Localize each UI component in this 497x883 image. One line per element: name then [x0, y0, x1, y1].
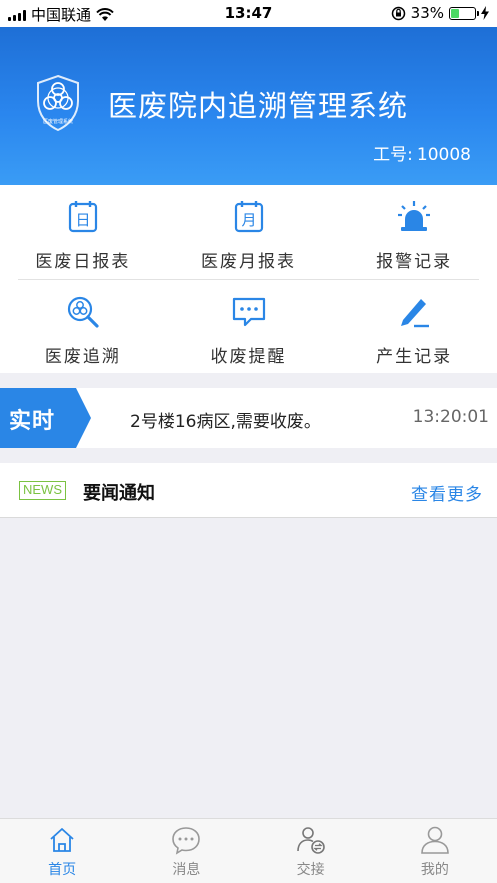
menu-label-generation-record: 产生记录	[376, 347, 453, 367]
menu-label-alarm-record: 报警记录	[376, 252, 453, 272]
tab-handover[interactable]: 交接	[249, 819, 373, 883]
chat-reminder-icon	[232, 297, 265, 327]
menu-label-daily-report: 医废日报表	[35, 252, 131, 272]
message-icon	[172, 827, 201, 855]
realtime-tag: 实时	[0, 388, 92, 448]
menu-row-1: 日 医废日报表 月 医废月报表 报警记录	[0, 185, 497, 279]
biohazard-search-icon	[67, 296, 99, 328]
realtime-notice[interactable]: 实时 2号楼16病区,需要收废。 13:20:01	[0, 388, 497, 448]
menu-label-monthly-report: 医废月报表	[201, 252, 296, 272]
calendar-day-icon: 日	[68, 201, 97, 233]
app-header: 医废管理系统 医废院内追溯管理系统 工号: 10008	[0, 27, 497, 185]
app-title: 医废院内追溯管理系统	[108, 89, 409, 123]
user-icon	[421, 826, 449, 854]
tab-label-handover: 交接	[296, 862, 325, 878]
home-icon	[50, 828, 74, 852]
menu-label-waste-trace: 医废追溯	[44, 347, 121, 367]
realtime-tag-label: 实时	[9, 409, 56, 434]
news-title: 要闻通知	[83, 483, 155, 504]
news-section: NEWS 要闻通知 查看更多	[0, 463, 497, 518]
charging-icon	[481, 6, 489, 20]
realtime-message: 2号楼16病区,需要收废。	[130, 412, 321, 432]
tab-messages[interactable]: 消息	[124, 819, 248, 883]
calendar-month-icon: 月	[234, 201, 263, 233]
menu-item-collect-reminder[interactable]: 收废提醒	[166, 280, 332, 374]
menu-item-monthly-report[interactable]: 月 医废月报表	[166, 185, 332, 279]
menu-item-waste-trace[interactable]: 医废追溯	[0, 280, 166, 374]
alarm-light-icon	[398, 201, 431, 231]
tab-home[interactable]: 首页	[0, 819, 124, 883]
menu-item-generation-record[interactable]: 产生记录	[331, 280, 497, 374]
realtime-time: 13:20:01	[412, 407, 489, 427]
rotation-lock-icon	[391, 6, 405, 20]
tab-profile[interactable]: 我的	[373, 819, 497, 883]
employee-id: 工号: 10008	[369, 140, 471, 165]
menu-row-2: 医废追溯 收废提醒 产生记录	[0, 280, 497, 374]
status-bar: 中国联通 13:47 33%	[0, 0, 497, 27]
tab-label-profile: 我的	[420, 862, 449, 878]
biohazard-shield-icon: 医废管理系统	[37, 74, 79, 132]
edit-pen-icon	[401, 299, 430, 328]
view-more-link[interactable]: 查看更多	[411, 480, 483, 505]
menu-item-alarm-record[interactable]: 报警记录	[331, 185, 497, 279]
tab-label-home: 首页	[48, 862, 77, 878]
battery-percent: 33%	[410, 4, 444, 22]
tab-label-messages: 消息	[172, 862, 201, 878]
news-badge: NEWS	[19, 481, 66, 500]
bottom-tab-bar: 首页 消息 交接 我的	[0, 818, 497, 883]
calendar-month-glyph: 月	[241, 211, 256, 229]
logo-text: 医废管理系统	[43, 118, 73, 125]
employee-number: 10008	[416, 145, 471, 165]
employee-label: 工号:	[373, 145, 413, 165]
battery-icon	[449, 6, 479, 20]
status-right: 33%	[391, 4, 489, 22]
handover-icon	[296, 827, 325, 854]
menu-label-collect-reminder: 收废提醒	[210, 347, 287, 367]
calendar-day-glyph: 日	[75, 211, 90, 229]
function-menu: 日 医废日报表 月 医废月报表 报警记录 医废追溯 收废提醒 产生记录	[0, 185, 497, 373]
menu-item-daily-report[interactable]: 日 医废日报表	[0, 185, 166, 279]
